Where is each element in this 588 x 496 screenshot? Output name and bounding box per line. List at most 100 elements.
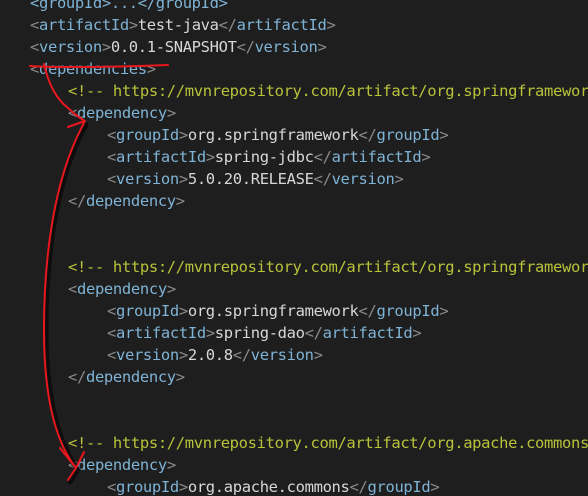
code-editor[interactable]: <groupId>...</groupId> <artifactId>test-j… [0, 0, 588, 496]
tag-bracket: < [107, 346, 116, 364]
code-line: </dependency> [68, 366, 185, 388]
xml-comment: <!-- https://mvnrepository.com/artifact/… [68, 434, 588, 452]
tag-bracket: < [107, 170, 116, 188]
tag-name: artifactId [322, 324, 413, 342]
tag-name: version [38, 38, 102, 56]
tag-bracket: > [205, 148, 215, 166]
tag-name: version [331, 170, 395, 188]
tag-bracket: > [101, 38, 111, 56]
tag-name: version [250, 346, 314, 364]
code-line: <groupId>org.springframework</groupId> [107, 124, 449, 146]
code-line: <!-- https://mvnrepository.com/artifact/… [68, 80, 588, 102]
tag-bracket: > [128, 16, 138, 34]
code-line: <groupId>org.springframework</groupId> [107, 300, 449, 322]
tag-bracket: < [30, 38, 39, 56]
tag-bracket: </ [358, 126, 377, 144]
tag-bracket: < [68, 104, 77, 122]
code-line: <dependency> [68, 454, 176, 476]
tag-name: groupId [115, 478, 179, 496]
tag-name: groupId [367, 478, 431, 496]
code-line: <dependency> [68, 278, 176, 300]
tag-bracket: > [430, 478, 440, 496]
code-line: <groupId>org.apache.commons</groupId> [107, 476, 440, 496]
tag-name: version [115, 346, 179, 364]
tag-name: version [115, 170, 179, 188]
tag-bracket: > [326, 16, 336, 34]
tag-name: dependency [85, 368, 176, 386]
tag-bracket: < [68, 456, 77, 474]
tag-name: artifactId [236, 16, 327, 34]
code-line: <dependencies> [30, 58, 156, 80]
code-line: </dependency> [68, 190, 185, 212]
tag-name: dependencies [38, 60, 147, 78]
tag-name: groupId [115, 302, 179, 320]
tag-bracket: < [68, 280, 77, 298]
element-value: spring-dao [214, 324, 305, 342]
tag-bracket: < [107, 126, 116, 144]
bracket-curve-shadow [43, 122, 89, 485]
element-value: 2.0.8 [187, 346, 233, 364]
tag-name: artifactId [115, 324, 206, 342]
tag-bracket: </ [218, 16, 237, 34]
code-text: <groupId>...</groupId> [30, 0, 228, 12]
xml-comment: <!-- https://mvnrepository.com/artifact/… [68, 258, 588, 276]
tag-bracket: > [178, 302, 188, 320]
tag-bracket: </ [68, 192, 86, 210]
tag-bracket: > [439, 302, 449, 320]
code-line: <dependency> [68, 102, 176, 124]
element-value: 0.0.1-SNAPSHOT [110, 38, 237, 56]
tag-name: version [254, 38, 318, 56]
tag-name: artifactId [115, 148, 206, 166]
tag-bracket: > [178, 346, 188, 364]
tag-bracket: > [205, 324, 215, 342]
tag-name: artifactId [331, 148, 422, 166]
tag-bracket: </ [349, 478, 368, 496]
tag-bracket: </ [313, 170, 332, 188]
tag-bracket: > [394, 170, 404, 188]
tag-name: dependency [76, 104, 167, 122]
tag-bracket: > [175, 192, 185, 210]
code-line: <version>0.0.1-SNAPSHOT</version> [30, 36, 327, 58]
code-line: <!-- https://mvnrepository.com/artifact/… [68, 256, 588, 278]
tag-name: groupId [115, 126, 179, 144]
code-line: <artifactId>spring-dao</artifactId> [107, 322, 422, 344]
code-line: <artifactId>test-java</artifactId> [30, 14, 336, 36]
code-line: <version>2.0.8</version> [107, 344, 323, 366]
code-line: <artifactId>spring-jdbc</artifactId> [107, 146, 431, 168]
tag-bracket: > [439, 126, 449, 144]
tag-bracket: < [107, 148, 116, 166]
tag-bracket: > [421, 148, 431, 166]
tag-bracket: > [178, 126, 188, 144]
tag-bracket: > [166, 280, 176, 298]
tag-bracket: </ [304, 324, 323, 342]
tag-bracket: < [30, 16, 39, 34]
code-line: <version>5.0.20.RELEASE</version> [107, 168, 404, 190]
tag-name: groupId [376, 302, 440, 320]
element-value: org.apache.commons [187, 478, 350, 496]
tag-bracket: < [107, 478, 116, 496]
element-value: org.springframework [187, 302, 359, 320]
tag-bracket: </ [313, 148, 332, 166]
element-value: org.springframework [187, 126, 359, 144]
tag-name: artifactId [38, 16, 129, 34]
xml-comment: <!-- https://mvnrepository.com/artifact/… [68, 82, 588, 100]
code-line: <!-- https://mvnrepository.com/artifact/… [68, 432, 588, 454]
code-line: <groupId>...</groupId> [30, 0, 228, 14]
tag-bracket: </ [68, 368, 86, 386]
tag-bracket: < [107, 302, 116, 320]
tag-name: groupId [376, 126, 440, 144]
tag-name: dependency [76, 280, 167, 298]
tag-bracket: > [146, 60, 156, 78]
tag-bracket: > [412, 324, 422, 342]
tag-bracket: </ [236, 38, 255, 56]
tag-bracket: > [166, 104, 176, 122]
tag-bracket: < [107, 324, 116, 342]
element-value: test-java [137, 16, 219, 34]
tag-bracket: </ [232, 346, 251, 364]
tag-bracket: < [30, 60, 39, 78]
element-value: spring-jdbc [214, 148, 314, 166]
tag-bracket: > [178, 170, 188, 188]
bracket-curve [43, 122, 85, 481]
tag-bracket: > [313, 346, 323, 364]
tag-bracket: > [178, 478, 188, 496]
